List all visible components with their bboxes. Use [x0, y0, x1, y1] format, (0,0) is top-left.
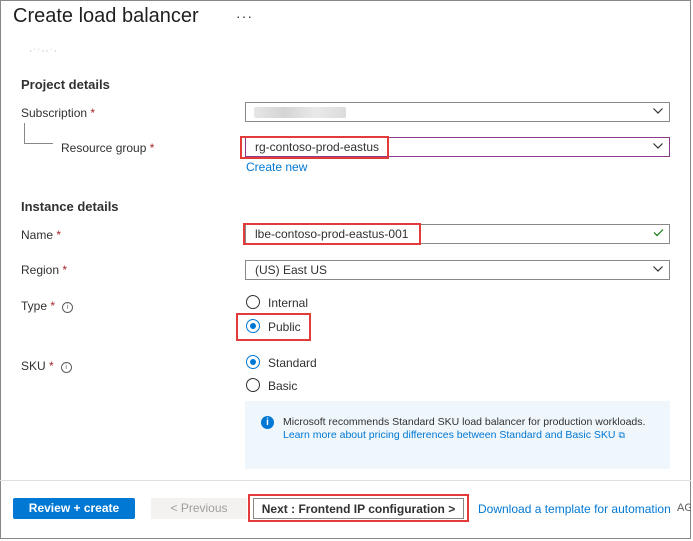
previous-button[interactable]: < Previous: [151, 498, 247, 519]
info-circle-icon: i: [261, 416, 274, 429]
project-details-heading: Project details: [21, 77, 110, 92]
type-label: Type * i: [21, 299, 74, 313]
clipped-tab-text: ‚ · · , , · ,: [30, 46, 57, 53]
footer-divider: [0, 480, 691, 481]
review-create-button[interactable]: Review + create: [13, 498, 135, 519]
chevron-down-icon: [653, 107, 663, 115]
clipped-footer-text: AG: [677, 502, 691, 514]
info-icon[interactable]: i: [62, 302, 74, 313]
sku-standard-label: Standard: [268, 356, 317, 370]
tree-connector: [24, 123, 53, 144]
region-value: (US) East US: [255, 263, 328, 277]
page-title: Create load balancer: [13, 5, 199, 27]
highlight-resource-group: [240, 136, 389, 159]
chevron-down-icon: [653, 142, 663, 150]
checkmark-icon: [653, 228, 664, 237]
pricing-link[interactable]: Learn more about pricing differences bet…: [283, 429, 663, 442]
sku-info-message: i Microsoft recommends Standard SKU load…: [245, 401, 670, 469]
subscription-dropdown[interactable]: [245, 102, 670, 122]
create-new-link[interactable]: Create new: [246, 160, 307, 174]
download-template-link[interactable]: Download a template for automation: [478, 502, 671, 516]
name-label: Name *: [21, 228, 62, 242]
info-message-text: Microsoft recommends Standard SKU load b…: [283, 416, 646, 428]
sku-basic-radio[interactable]: [246, 378, 260, 392]
instance-details-heading: Instance details: [21, 199, 119, 214]
info-icon[interactable]: i: [60, 362, 72, 373]
resource-group-label: Resource group *: [61, 141, 155, 155]
more-options-icon[interactable]: ···: [236, 8, 253, 24]
type-internal-radio[interactable]: [246, 295, 260, 309]
region-dropdown[interactable]: (US) East US: [245, 260, 670, 280]
region-label: Region *: [21, 263, 68, 277]
highlight-name: [243, 223, 421, 245]
highlight-public: [236, 313, 311, 341]
chevron-down-icon: [653, 265, 663, 273]
type-internal-label: Internal: [268, 296, 309, 310]
subscription-value-redacted: [254, 107, 346, 118]
sku-label: SKU * i: [21, 359, 72, 373]
subscription-label: Subscription *: [21, 106, 96, 120]
sku-basic-label: Basic: [268, 379, 298, 393]
external-link-icon: ⧉: [618, 430, 625, 440]
highlight-next: [248, 494, 469, 522]
sku-standard-radio[interactable]: [246, 355, 260, 369]
